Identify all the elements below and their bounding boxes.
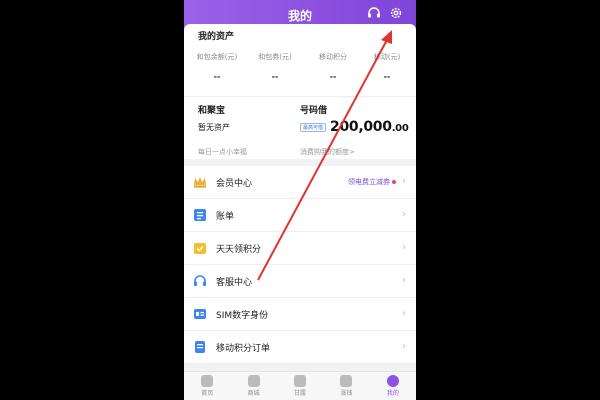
bottom-tab-bar: 首页 商城 甘露 涨钱 我的 bbox=[184, 371, 416, 400]
chevron-right-icon: › bbox=[402, 176, 406, 187]
menu-item-label: 账单 bbox=[216, 212, 235, 222]
haomajie-title: 号码借 bbox=[300, 106, 328, 116]
menu-item-bill[interactable]: 账单 › bbox=[184, 199, 416, 232]
crown-icon bbox=[192, 174, 208, 190]
tab-label: 涨钱 bbox=[340, 390, 353, 397]
asset-label: 和包券(元) bbox=[258, 53, 292, 61]
chevron-right-icon: › bbox=[402, 242, 406, 253]
feed-icon bbox=[294, 375, 307, 387]
gear-icon[interactable] bbox=[388, 5, 404, 21]
tab-label: 我的 bbox=[386, 390, 399, 397]
points-icon bbox=[192, 240, 208, 256]
assets-heading: 我的资产 bbox=[198, 32, 235, 42]
chevron-right-icon: › bbox=[402, 341, 406, 352]
menu-item-label: 客服中心 bbox=[216, 278, 253, 288]
menu-item-customer-service[interactable]: 客服中心 › bbox=[184, 265, 416, 298]
phone-screen: 我的 我的资产 和包余额(元) -- 和包券(元) -- 移动积分 -- 移动(… bbox=[184, 0, 416, 400]
menu-item-label: 会员中心 bbox=[216, 179, 253, 189]
tab-mine[interactable]: 我的 bbox=[370, 372, 416, 400]
asset-points[interactable]: 移动积分 -- bbox=[304, 52, 362, 81]
credit-amount-dec: .00 bbox=[391, 123, 409, 134]
headset-icon[interactable] bbox=[366, 5, 382, 21]
my-assets-card: 我的资产 和包余额(元) -- 和包券(元) -- 移动积分 -- 移动(元) … bbox=[184, 24, 416, 100]
home-icon bbox=[201, 375, 214, 387]
credit-badge: 最高可借 bbox=[300, 122, 327, 132]
tab-earn[interactable]: 涨钱 bbox=[323, 372, 369, 400]
hejubao-status: 暂无资产 bbox=[198, 123, 230, 132]
tab-mall[interactable]: 商城 bbox=[230, 372, 276, 400]
asset-value: -- bbox=[271, 72, 279, 81]
bill-icon bbox=[192, 207, 208, 223]
hejubao-footer: 每日一点小幸福 bbox=[198, 148, 247, 156]
haomajie-section[interactable]: 号码借 最高可借 200,000.00 消费购我的额度> bbox=[300, 103, 412, 156]
menu-item-sim-identity[interactable]: SIM数字身份 › bbox=[184, 298, 416, 331]
notification-dot bbox=[392, 180, 396, 184]
menu-item-label: SIM数字身份 bbox=[216, 311, 269, 321]
chevron-right-icon: › bbox=[402, 209, 406, 220]
asset-mobile[interactable]: 移动(元) -- bbox=[358, 52, 416, 81]
chevron-right-icon: › bbox=[402, 275, 406, 286]
menu-item-points-order[interactable]: 移动积分订单 › bbox=[184, 331, 416, 364]
menu-item-label: 天天领积分 bbox=[216, 245, 262, 255]
coin-icon bbox=[340, 375, 353, 387]
asset-label: 和包余额(元) bbox=[196, 53, 238, 61]
credit-amount: 200,000.00 bbox=[330, 119, 409, 135]
headset-icon bbox=[192, 273, 208, 289]
asset-label: 移动积分 bbox=[319, 53, 347, 61]
tab-label: 首页 bbox=[201, 390, 214, 397]
asset-coupon[interactable]: 和包券(元) -- bbox=[246, 52, 304, 81]
profile-icon bbox=[386, 375, 399, 387]
menu-item-daily-points[interactable]: 天天领积分 › bbox=[184, 232, 416, 265]
order-icon bbox=[192, 339, 208, 355]
asset-label: 移动(元) bbox=[373, 53, 401, 61]
asset-value: -- bbox=[383, 72, 391, 81]
asset-balance[interactable]: 和包余额(元) -- bbox=[188, 52, 246, 81]
hejubao-section[interactable]: 和聚宝 暂无资产 每日一点小幸福 bbox=[198, 103, 298, 156]
tab-label: 甘露 bbox=[294, 390, 307, 397]
tab-label: 商城 bbox=[247, 390, 260, 397]
tab-home[interactable]: 首页 bbox=[184, 372, 230, 400]
member-promo-text: 领电费立减券 bbox=[348, 178, 390, 186]
sim-id-icon bbox=[192, 306, 208, 322]
menu-list: 会员中心 领电费立减券 › 账单 › 天天领积分 › 客服中心 › SIM数字身… bbox=[184, 166, 416, 364]
asset-value: -- bbox=[213, 72, 221, 81]
menu-item-member-center[interactable]: 会员中心 领电费立减券 › bbox=[184, 166, 416, 199]
haomajie-footer: 消费购我的额度> bbox=[300, 148, 355, 156]
chevron-right-icon: › bbox=[402, 308, 406, 319]
asset-value: -- bbox=[329, 72, 337, 81]
menu-item-label: 移动积分订单 bbox=[216, 344, 271, 354]
mall-icon bbox=[247, 375, 260, 387]
finance-promo-card: 和聚宝 暂无资产 每日一点小幸福 号码借 最高可借 200,000.00 消费购… bbox=[184, 96, 416, 159]
tab-feed[interactable]: 甘露 bbox=[277, 372, 323, 400]
hejubao-title: 和聚宝 bbox=[198, 106, 226, 116]
credit-amount-int: 200,000 bbox=[330, 119, 392, 135]
